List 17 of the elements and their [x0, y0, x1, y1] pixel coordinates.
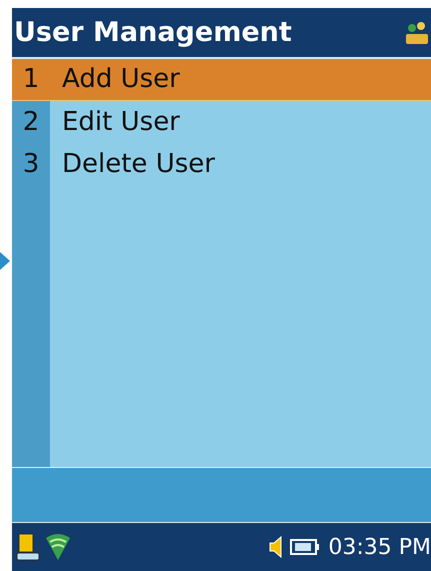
menu-item[interactable]: 3 Delete User: [12, 143, 431, 185]
clock-time: 03:35 PM: [328, 534, 431, 562]
pointer-arrow-icon: [0, 252, 10, 270]
item-label: Edit User: [61, 106, 180, 138]
item-number: 3: [22, 148, 40, 180]
menu-item[interactable]: 1 Add User: [12, 59, 431, 101]
item-number: 1: [22, 63, 40, 96]
speaker-icon[interactable]: [268, 535, 282, 559]
item-label: Delete User: [61, 148, 215, 180]
signal-icon[interactable]: [44, 532, 72, 562]
item-label: Add User: [61, 63, 180, 96]
users-icon: [405, 20, 429, 46]
item-number: 2: [22, 106, 40, 138]
computer-icon[interactable]: [16, 532, 40, 562]
battery-icon[interactable]: [290, 538, 320, 556]
window-title: User Management: [14, 19, 292, 46]
menu-item[interactable]: 2 Edit User: [12, 101, 431, 143]
